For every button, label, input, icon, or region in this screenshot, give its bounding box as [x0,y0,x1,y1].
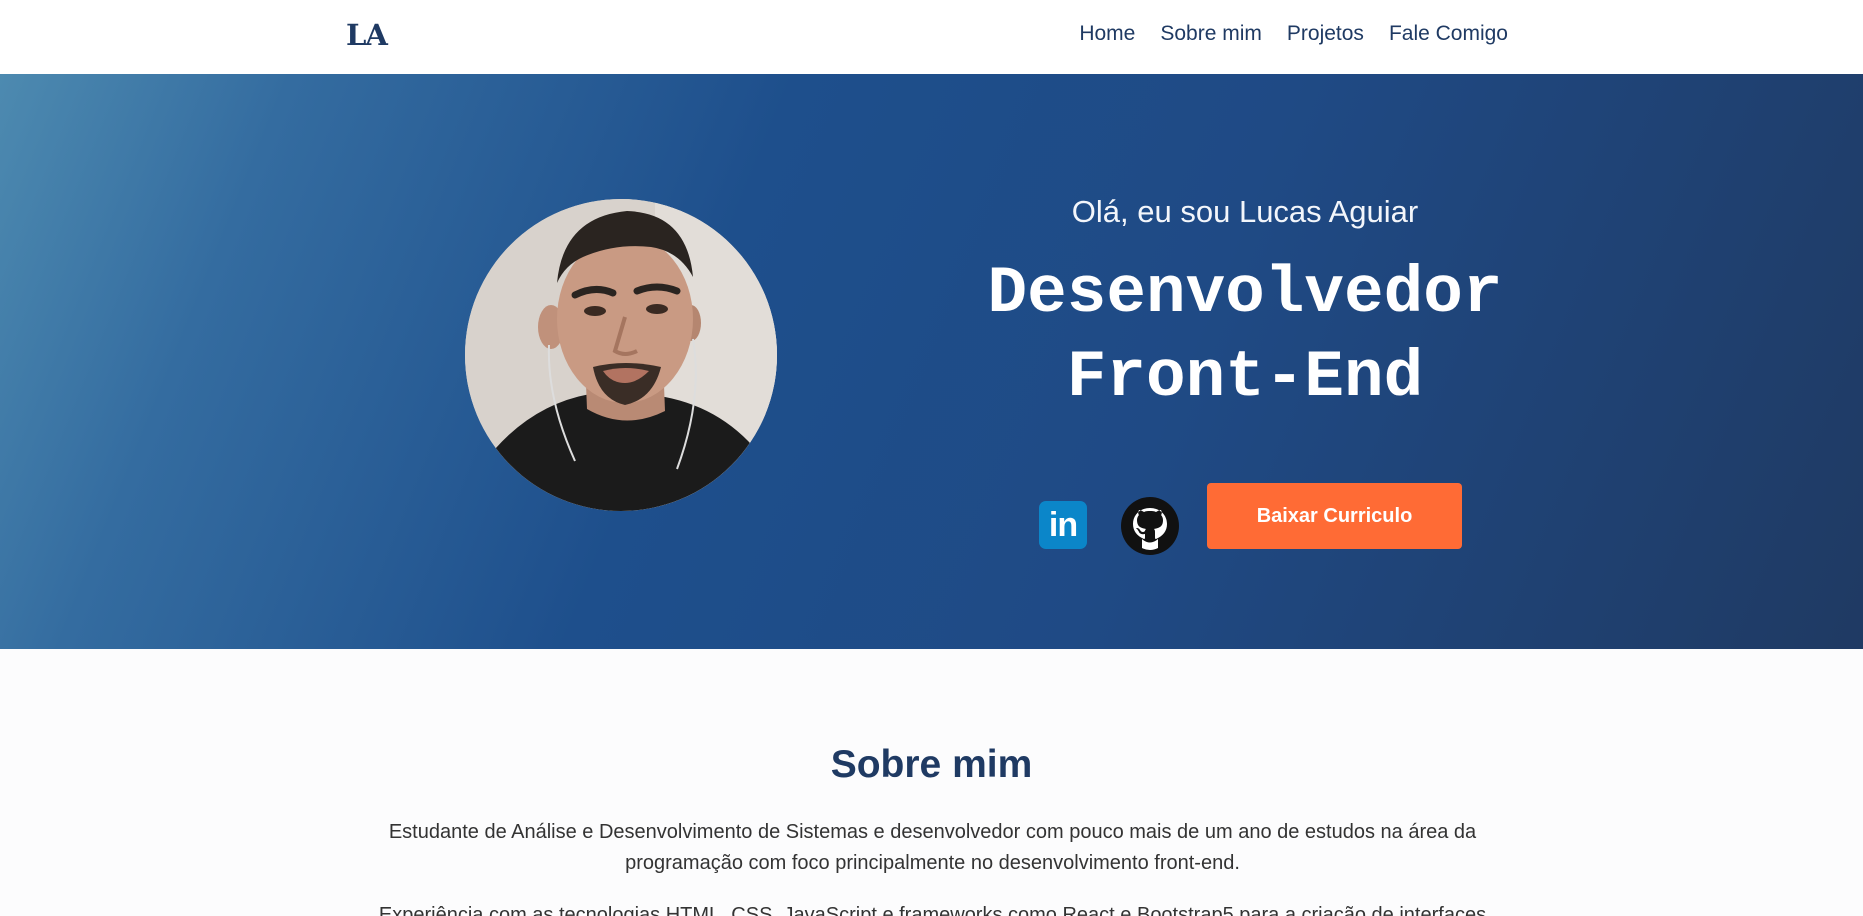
nav-menu: Home Sobre mim Projetos Fale Comigo [1054,22,1508,46]
download-cv-button[interactable]: Baixar Curriculo [1207,483,1462,549]
about-paragraph-2: Experiência com as tecnologias HTML, CSS… [378,904,1487,916]
about-paragraph-1: Estudante de Análise e Desenvolvimento d… [388,821,1477,874]
hero-actions: in Baixar Curriculo [1036,483,1466,556]
about-section: Sobre mim Estudante de Análise e Desenvo… [0,649,1863,916]
nav-link-fale-comigo[interactable]: Fale Comigo [1389,22,1508,46]
hero-intro: Olá, eu sou Lucas Aguiar Desenvolvedor F… [900,194,1590,420]
hero-role-title: Desenvolvedor Front-End [900,252,1590,420]
profile-photo [465,199,777,511]
linkedin-icon[interactable]: in [1039,501,1087,549]
navbar-container: LA Home Sobre mim Projetos Fale Comigo [310,0,1558,74]
github-icon[interactable] [1120,496,1180,556]
nav-link-projetos[interactable]: Projetos [1287,22,1364,46]
site-logo[interactable]: LA [346,18,388,52]
about-title: Sobre mim [830,743,1033,786]
profile-photo-illustration [465,199,777,511]
nav-link-home[interactable]: Home [1079,22,1135,46]
hero-section: Olá, eu sou Lucas Aguiar Desenvolvedor F… [0,74,1863,649]
top-navbar: LA Home Sobre mim Projetos Fale Comigo [0,0,1863,74]
hero-role-line-2: Front-End [1066,340,1424,415]
hero-role-line-1: Desenvolvedor [987,256,1503,331]
nav-link-sobre-mim[interactable]: Sobre mim [1160,22,1262,46]
hero-greeting: Olá, eu sou Lucas Aguiar [1071,194,1419,229]
